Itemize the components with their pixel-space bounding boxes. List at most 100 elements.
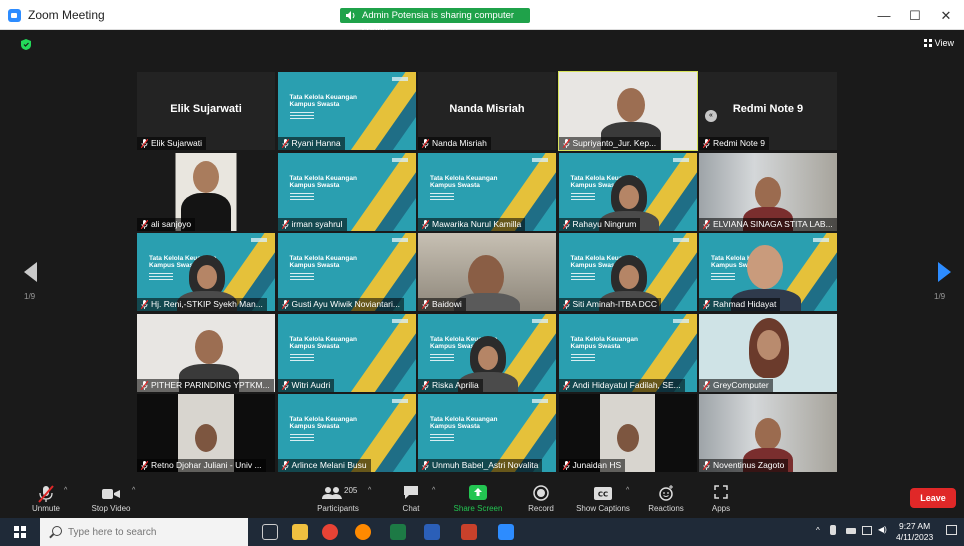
maximize-button[interactable]: ☐ <box>905 8 925 24</box>
participant-tile[interactable]: Retno Djohar Juliani - Univ ... <box>137 394 275 472</box>
slide-title-line2: Kampus Swasta <box>570 342 621 350</box>
participant-tile[interactable]: Nanda Misriah Nanda Misriah <box>418 72 556 150</box>
participant-name-label: Rahayu Ningrum <box>558 217 641 231</box>
task-view-icon[interactable] <box>262 524 278 540</box>
participant-name-label: Ryani Hanna <box>277 137 345 150</box>
chrome-icon[interactable] <box>322 524 338 540</box>
battery-icon[interactable] <box>846 528 856 534</box>
zoom-app-icon <box>8 9 21 22</box>
powerpoint-icon[interactable] <box>461 524 477 540</box>
apps-button[interactable]: Apps <box>706 482 736 518</box>
slide-title-line1: Tata Kelola Keuangan <box>430 416 498 423</box>
network-icon[interactable] <box>862 526 872 535</box>
participant-name-label: ELVIANA SINAGA STITA LAB... <box>699 217 837 231</box>
participant-tile[interactable]: Tata Kelola Keuangan Kampus Swasta irman s… <box>277 152 416 231</box>
show-captions-label: Show Captions <box>576 504 630 513</box>
participant-tile[interactable]: ELVIANA SINAGA STITA LAB... <box>699 152 837 231</box>
apps-label: Apps <box>711 504 731 513</box>
participant-tile[interactable]: Tata Kelola Keuangan Kampus Swasta Hj. Ren… <box>137 233 275 311</box>
participant-name: Junaidan HS <box>572 460 622 470</box>
participant-name-label: Unmuh Babel_Astri Novalita <box>418 459 543 472</box>
excel-icon[interactable] <box>390 524 406 540</box>
firefox-icon[interactable] <box>355 524 371 540</box>
search-input[interactable] <box>68 524 188 540</box>
participant-tile[interactable]: Tata Kelola Keuangan Kampus Swasta Andi Hi… <box>558 313 697 392</box>
chat-button[interactable]: ^ Chat <box>396 482 435 518</box>
participant-name: Redmi Note 9 <box>713 138 765 148</box>
participant-name-label: Elik Sujarwati <box>137 137 207 150</box>
slide-title-line1: Tata Kelola Keuangan <box>430 174 498 182</box>
sound-share-banner[interactable]: Admin Potensia is sharing computer sound <box>340 8 530 36</box>
participant-name: GreyComputer <box>713 379 769 390</box>
unmute-button[interactable]: ^ Unmute <box>24 482 68 518</box>
reactions-button[interactable]: Reactions <box>644 482 688 518</box>
participant-tile[interactable]: ali sanjoyo <box>137 152 275 231</box>
view-button[interactable]: View <box>923 38 954 48</box>
unmute-options-caret-icon[interactable]: ^ <box>64 487 67 494</box>
participant-tile[interactable]: Baidowi <box>418 233 556 311</box>
file-explorer-icon[interactable] <box>292 524 308 540</box>
mic-muted-icon <box>281 300 289 309</box>
slide-title-line2: Kampus Swasta <box>289 181 340 189</box>
mic-muted-icon <box>281 461 289 470</box>
participant-tile[interactable]: Tata Kelola Keuangan Kampus Swasta Arlince… <box>277 394 416 472</box>
security-shield-icon[interactable] <box>21 39 31 50</box>
participant-tile[interactable]: Tata Kelola Keuangan Kampus Swasta Ryani H… <box>277 72 416 150</box>
record-button[interactable]: Record <box>524 482 558 518</box>
stop-video-button[interactable]: ^ Stop Video <box>86 482 136 518</box>
participant-tile[interactable]: Tata Kelola Keuangan Kampus Swasta Mawarik… <box>418 152 556 231</box>
next-page-arrow-icon[interactable] <box>938 262 951 282</box>
record-label: Record <box>528 504 554 513</box>
participant-tile[interactable]: Junaidan HS <box>558 394 697 472</box>
participant-tile[interactable]: Tata Kelola Keuangan Kampus Swasta Rahmad … <box>699 233 837 311</box>
slide-title-line1: Tata Kelola Keuangan <box>289 416 357 423</box>
captions-options-caret-icon[interactable]: ^ <box>626 487 629 494</box>
participant-tile[interactable]: Elik Sujarwati Elik Sujarwati <box>137 72 275 150</box>
mic-muted-icon <box>703 461 710 470</box>
minimize-button[interactable]: — <box>874 8 894 23</box>
mic-muted-icon <box>141 380 148 390</box>
participant-name: Hj. Reni,-STKIP Syekh Man... <box>151 299 263 309</box>
share-screen-button[interactable]: Share Screen <box>450 482 506 518</box>
participant-tile[interactable]: Tata Kelola Keuangan Kampus Swasta Witri A… <box>277 313 416 392</box>
close-button[interactable]: ✕ <box>936 8 956 24</box>
participant-tile[interactable]: Tata Kelola Keuangan Kampus Swasta Siti Am… <box>558 233 697 311</box>
participant-tile[interactable]: Tata Kelola Keuangan Kampus Swasta Unmuh B… <box>418 394 556 472</box>
participant-tile[interactable]: Supriyanto_Jur. Kep... <box>557 71 698 151</box>
show-captions-button[interactable]: CC ^ Show Captions <box>572 482 634 518</box>
chat-options-caret-icon[interactable]: ^ <box>432 487 435 494</box>
notifications-icon[interactable] <box>946 525 957 535</box>
video-options-caret-icon[interactable]: ^ <box>132 487 135 494</box>
collapse-self-view-icon[interactable]: « <box>705 110 717 122</box>
slide-title-line2: Kampus Swasta <box>289 342 340 350</box>
leave-button[interactable]: Leave <box>910 488 956 508</box>
participant-tile[interactable]: PITHER PARINDING YPTKM... <box>137 313 275 392</box>
participant-tile[interactable]: Tata Kelola Keuangan Kampus Swasta Riska A… <box>418 313 556 392</box>
volume-icon[interactable]: ◀) <box>878 525 887 534</box>
slide-title-line1: Tata Kelola Keuangan <box>289 94 357 101</box>
participant-tile[interactable]: Noventinus Zagoto <box>699 394 837 472</box>
mic-muted-icon <box>562 139 570 148</box>
previous-page-arrow-icon[interactable] <box>24 262 37 282</box>
svg-text:CC: CC <box>598 491 608 499</box>
zoom-taskbar-icon[interactable] <box>498 524 514 540</box>
word-icon[interactable] <box>424 524 440 540</box>
mic-muted-icon <box>141 139 148 148</box>
participants-button[interactable]: 205 ^ Participants <box>310 482 371 518</box>
participants-options-caret-icon[interactable]: ^ <box>368 487 371 494</box>
participant-tile[interactable]: GreyComputer <box>699 313 837 392</box>
usb-device-icon[interactable] <box>830 525 836 535</box>
participant-tile[interactable]: Tata Kelola Keuangan Kampus Swasta Rahayu … <box>558 152 697 231</box>
mic-muted-icon <box>562 380 570 390</box>
participant-name-label: PITHER PARINDING YPTKM... <box>137 378 274 392</box>
participant-tile[interactable]: Tata Kelola Keuangan Kampus Swasta Gusti A… <box>277 233 416 311</box>
speaker-icon <box>346 11 355 20</box>
taskbar-clock[interactable]: 9:27 AM 4/11/2023 <box>896 521 933 543</box>
mic-muted-icon <box>281 380 289 390</box>
show-hidden-icons-icon[interactable]: ^ <box>816 526 820 535</box>
participant-name: Riska Aprilia <box>432 379 479 390</box>
participant-tile[interactable]: Redmi Note 9 Redmi Note 9 <box>699 72 837 150</box>
taskbar-search-box[interactable] <box>40 518 248 546</box>
participant-center-name: Nanda Misriah <box>449 103 525 115</box>
windows-start-icon[interactable] <box>14 526 26 538</box>
